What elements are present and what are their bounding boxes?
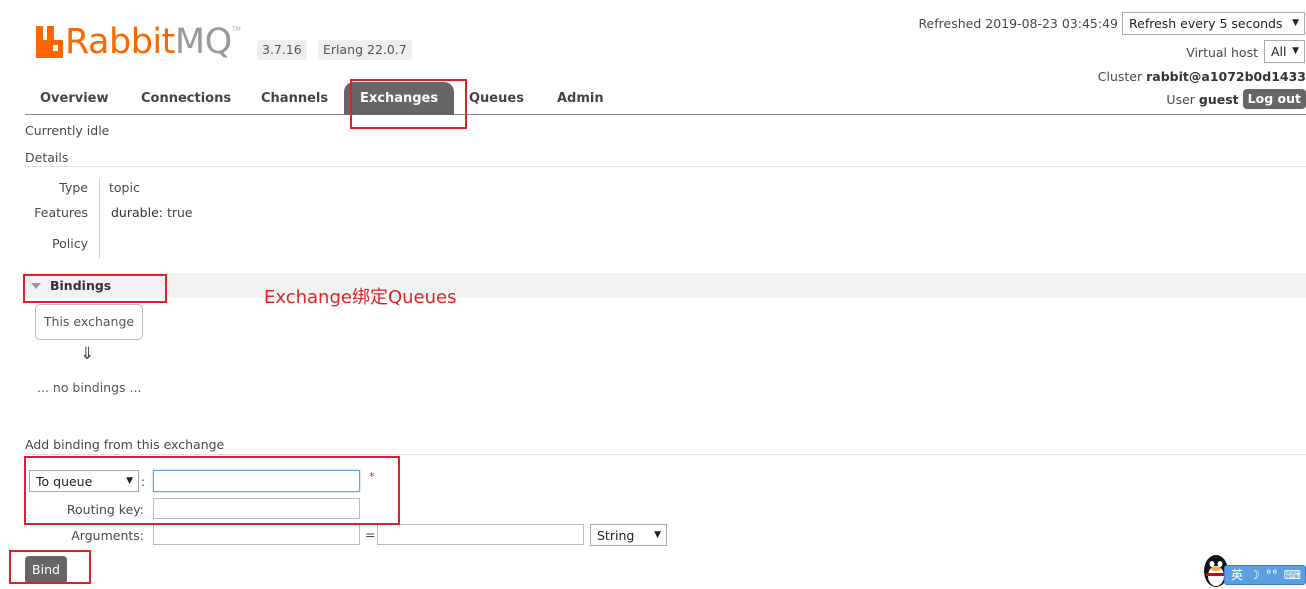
tab-connections[interactable]: Connections	[141, 82, 231, 115]
erlang-version-badge: Erlang 22.0.7	[318, 40, 412, 60]
bindings-section-header[interactable]	[25, 273, 1306, 298]
type-value: topic	[109, 180, 140, 195]
refresh-interval-select[interactable]: Refresh every 5 seconds ▼	[1122, 12, 1305, 35]
annotation-box-add-binding	[24, 456, 400, 525]
virtual-host-label: Virtual host	[1186, 45, 1258, 60]
logo-trademark: TM	[232, 26, 241, 33]
annotation-box-exchanges-tab	[350, 79, 467, 129]
rabbitmq-logo-icon	[36, 26, 63, 58]
refreshed-timestamp: Refreshed 2019-08-23 03:45:49	[918, 16, 1118, 31]
keyboard-icon[interactable]: ⌨	[1284, 566, 1301, 584]
dropdown-arrow-icon: ▼	[1292, 18, 1299, 28]
status-text: Currently idle	[25, 123, 110, 138]
tab-queues[interactable]: Queues	[469, 82, 524, 115]
refresh-interval-value: Refresh every 5 seconds	[1129, 16, 1283, 31]
argument-key-input[interactable]	[153, 524, 360, 545]
main-nav: Overview Connections Channels Exchanges …	[25, 82, 1306, 115]
annotation-box-bind-button	[9, 550, 91, 584]
divider	[25, 454, 1306, 455]
features-durable-value: true	[166, 205, 193, 220]
version-badge: 3.7.16	[257, 40, 307, 60]
dropdown-arrow-icon: ▼	[654, 530, 661, 540]
virtual-host-select[interactable]: All ▼	[1264, 40, 1305, 63]
features-value: durable: true	[111, 205, 193, 220]
logo-text: RabbitMQ	[65, 22, 232, 62]
punctuation-icon[interactable]: °°	[1266, 566, 1278, 584]
rabbitmq-logo[interactable]: RabbitMQ	[36, 24, 232, 60]
argument-type-select[interactable]: String ▼	[590, 524, 667, 546]
policy-label: Policy	[52, 236, 88, 251]
tab-overview[interactable]: Overview	[40, 82, 109, 115]
details-section-title[interactable]: Details	[25, 150, 68, 165]
tab-channels[interactable]: Channels	[261, 82, 328, 115]
annotation-text: Exchange绑定Queues	[264, 287, 457, 308]
ime-language[interactable]: 英	[1231, 566, 1243, 584]
no-bindings-text: ... no bindings ...	[37, 380, 142, 395]
this-exchange-box: This exchange	[35, 304, 143, 340]
tab-admin[interactable]: Admin	[557, 82, 604, 115]
ime-bar[interactable]: 英 ☽ °° ⌨	[1224, 565, 1306, 585]
down-arrow-icon: ⇓	[80, 344, 95, 364]
annotation-box-bindings	[23, 274, 167, 303]
argument-type-value: String	[597, 528, 635, 543]
ime-toolbar[interactable]: 英 ☽ °° ⌨	[1202, 553, 1306, 589]
argument-value-input[interactable]	[377, 524, 584, 545]
virtual-host-value: All	[1271, 44, 1287, 59]
divider	[25, 166, 1306, 167]
type-label: Type	[59, 180, 88, 195]
divider	[99, 179, 100, 258]
add-binding-title[interactable]: Add binding from this exchange	[25, 437, 224, 452]
dropdown-arrow-icon: ▼	[1292, 46, 1299, 56]
equals-sign: =	[365, 527, 376, 542]
arguments-label: Arguments:	[71, 528, 144, 543]
moon-icon[interactable]: ☽	[1249, 566, 1260, 584]
features-label: Features	[34, 205, 88, 220]
features-key: durable:	[111, 205, 163, 220]
